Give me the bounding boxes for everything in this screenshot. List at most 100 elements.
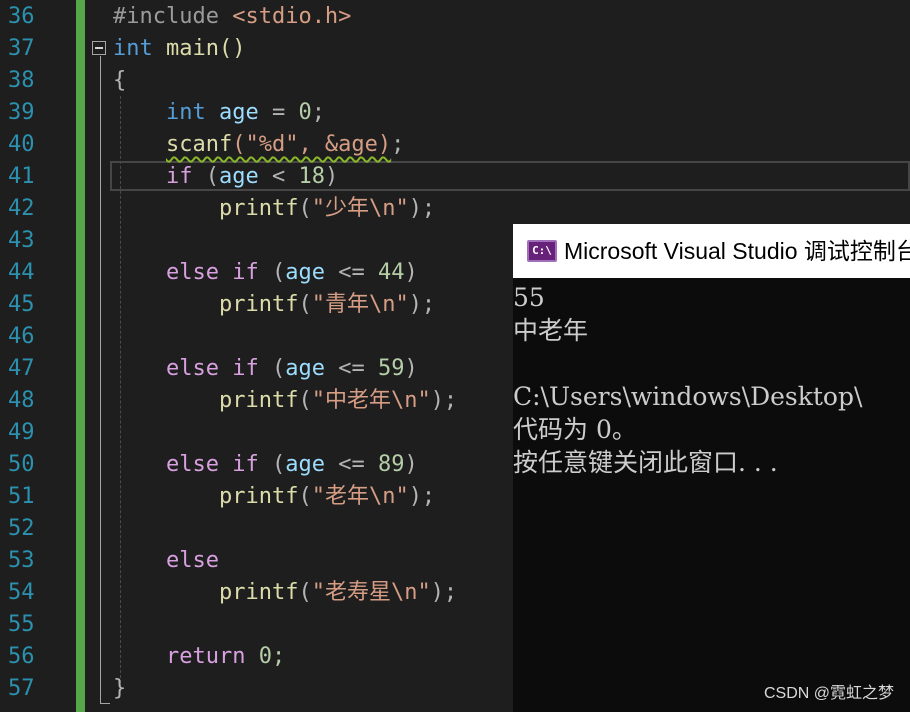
line-number: 48 [8, 388, 35, 413]
number: 59 [377, 356, 405, 381]
brace: } [113, 676, 127, 701]
function-name: main() [166, 36, 246, 61]
call-arguments: ("%d", &age) [232, 132, 392, 157]
code-line[interactable]: printf("老寿星\n"); [113, 577, 457, 609]
console-output-line: C:\Users\windows\Desktop\ [513, 382, 863, 411]
line-number: 46 [8, 324, 35, 349]
line-number: 56 [8, 644, 35, 669]
semicolon: ; [311, 100, 325, 125]
code-line[interactable]: scanf("%d", &age); [113, 129, 404, 161]
function-call: printf [218, 388, 299, 413]
number: 0 [298, 100, 312, 125]
line-number: 41 [8, 164, 35, 189]
console-output-line: 按任意键关闭此窗口. . . [513, 448, 778, 477]
variable: age [218, 164, 259, 189]
line-number: 36 [8, 4, 35, 29]
line-number: 51 [8, 484, 35, 509]
line-number: 39 [8, 100, 35, 125]
paren: ( [258, 452, 286, 477]
function-call: printf [218, 484, 299, 509]
line-number: 54 [8, 580, 35, 605]
keyword: int [165, 100, 206, 125]
code-line[interactable]: #include <stdio.h> [113, 1, 351, 33]
function-call: printf [218, 580, 299, 605]
code-line[interactable]: int main() [113, 33, 245, 65]
return-value: 0; [245, 644, 286, 669]
control-keyword: if [232, 260, 259, 285]
paren: ( [258, 356, 286, 381]
number: 44 [377, 260, 405, 285]
console-output-line: 55 [513, 283, 545, 312]
line-number: 50 [8, 452, 35, 477]
code-line[interactable]: } [113, 673, 126, 705]
code-line[interactable]: { [113, 65, 126, 97]
code-line[interactable]: return 0; [113, 641, 285, 673]
string-literal: "中老年\n" [311, 388, 431, 413]
variable: age [285, 452, 325, 477]
operator: = [258, 100, 299, 125]
paren: ) [404, 452, 418, 477]
include-header: <stdio.h> [232, 4, 352, 29]
control-keyword: if [165, 164, 193, 189]
line-number: 47 [8, 356, 35, 381]
code-line[interactable]: int age = 0; [113, 97, 325, 129]
paren: ) [404, 356, 418, 381]
function-call: scanf [165, 132, 233, 157]
code-line[interactable]: printf("老年\n"); [113, 481, 435, 513]
paren: ); [430, 388, 458, 413]
code-line[interactable]: printf("少年\n"); [113, 193, 435, 225]
code-line[interactable]: printf("中老年\n"); [113, 385, 457, 417]
change-tracking-bar [76, 0, 85, 712]
string-literal: "老年\n" [311, 484, 409, 509]
line-number: 43 [8, 228, 35, 253]
function-call: printf [218, 196, 299, 221]
outlining-line [100, 56, 101, 704]
code-line[interactable]: else if (age <= 44) [113, 257, 418, 289]
string-literal: "少年\n" [311, 196, 409, 221]
control-keyword: else [165, 260, 219, 285]
variable: age [218, 100, 259, 125]
operator: < [258, 164, 299, 189]
paren: ); [408, 196, 436, 221]
line-number: 57 [8, 676, 35, 701]
preprocessor-directive: #include [113, 4, 219, 29]
line-number: 40 [8, 132, 35, 157]
console-app-icon: C:\ [527, 240, 557, 262]
number: 18 [298, 164, 325, 189]
line-number: 38 [8, 68, 35, 93]
variable: age [285, 260, 325, 285]
paren: ( [298, 388, 312, 413]
paren: ); [408, 484, 436, 509]
semicolon: ; [391, 132, 405, 157]
watermark: CSDN @霓虹之梦 [763, 685, 894, 702]
line-number: 45 [8, 292, 35, 317]
paren: ( [298, 196, 312, 221]
control-keyword: else [165, 356, 219, 381]
paren: ( [298, 292, 312, 317]
console-title-bar[interactable]: C:\ Microsoft Visual Studio 调试控制台 [513, 224, 910, 278]
paren: ); [408, 292, 436, 317]
code-line[interactable]: else if (age <= 89) [113, 449, 418, 481]
code-line[interactable]: else [113, 545, 219, 577]
outlining-end [100, 703, 110, 704]
string-literal: "青年\n" [311, 292, 409, 317]
code-line[interactable]: else if (age <= 59) [113, 353, 418, 385]
control-keyword: if [232, 356, 259, 381]
console-output-line: 中老年 [513, 316, 589, 345]
line-number-gutter: 36 37 38 39 40 41 42 43 44 45 46 47 48 4… [0, 0, 76, 712]
warning-squiggle[interactable]: scanf("%d", &age) [166, 132, 391, 157]
function-call: printf [218, 292, 299, 317]
brace: { [113, 68, 127, 93]
control-keyword: return [165, 644, 246, 669]
paren: ) [404, 260, 418, 285]
line-number: 42 [8, 196, 35, 221]
paren: ( [298, 580, 312, 605]
paren: ( [192, 164, 219, 189]
debug-console-window[interactable]: C:\ Microsoft Visual Studio 调试控制台 55 中老年… [513, 224, 910, 712]
code-line[interactable]: printf("青年\n"); [113, 289, 435, 321]
number: 89 [377, 452, 405, 477]
operator: <= [324, 452, 378, 477]
paren: ); [430, 580, 458, 605]
collapse-icon[interactable] [92, 41, 106, 55]
code-line[interactable]: if (age < 18) [113, 161, 338, 193]
